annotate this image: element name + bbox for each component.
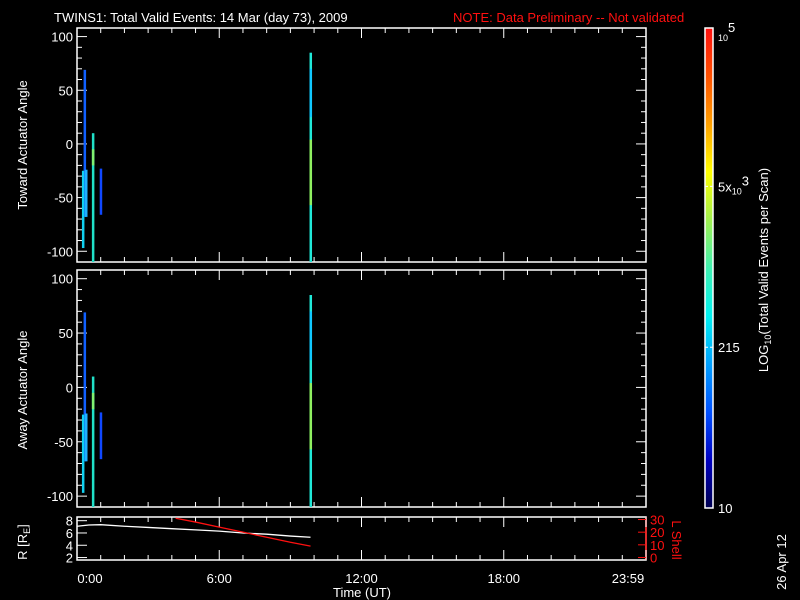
colorbar-tick-label: 215 <box>718 340 740 355</box>
data-segment <box>85 169 88 217</box>
panel-frame <box>76 27 647 263</box>
data-segment <box>81 414 85 493</box>
y-tick-label: -50 <box>54 435 73 450</box>
y-tick-label: -50 <box>54 191 73 206</box>
y-tick-label: 0 <box>66 137 73 152</box>
toward-angle-panel: 100 50 0 -50 -100 <box>47 27 647 263</box>
r-line <box>76 524 311 538</box>
lshell-line <box>175 517 311 547</box>
preliminary-note: NOTE: Data Preliminary -- Not validated <box>453 10 684 25</box>
colorbar-tick-label: 10 <box>718 501 732 516</box>
x-tick-label: 6:00 <box>207 571 232 586</box>
data-segment <box>309 383 313 450</box>
y-tick-label: 100 <box>51 30 73 45</box>
data-segment <box>99 168 103 215</box>
x-tick-label: 18:00 <box>487 571 520 586</box>
colorbar-gradient <box>704 27 714 509</box>
data-segment <box>309 139 313 206</box>
y-tick-label: 2 <box>66 551 73 566</box>
data-segment <box>91 392 95 410</box>
y-tick-label: 50 <box>59 326 73 341</box>
data-segment <box>309 311 313 361</box>
panel-frame <box>76 269 647 508</box>
colorbar: 105 5x103 215 10 <box>704 20 749 516</box>
y-tick-label: 0 <box>66 380 73 395</box>
orbit-panel: 864230201000:00 6:00 12:00 18:00 23:59 <box>66 513 665 586</box>
y-tick-label: 50 <box>59 83 73 98</box>
data-segment <box>91 149 95 166</box>
data-segment <box>99 412 103 460</box>
lshell-tick-label: 0 <box>650 550 657 565</box>
r-ylabel: R [RE] <box>15 524 32 560</box>
away-ylabel: Away Actuator Angle <box>15 330 30 449</box>
twins-plot: TWINS1: Total Valid Events: 14 Mar (day … <box>15 10 789 600</box>
data-segment <box>85 413 88 462</box>
colorbar-tick-label: 5x103 <box>718 173 749 196</box>
colorbar-tick-label: 105 <box>718 20 735 43</box>
toward-ylabel: Toward Actuator Angle <box>15 80 30 209</box>
date-stamp: 26 Apr 12 <box>774 534 789 590</box>
x-tick-label: 23:59 <box>612 571 645 586</box>
y-tick-label: -100 <box>47 244 73 259</box>
x-tick-label: 0:00 <box>77 571 102 586</box>
data-segment <box>81 170 85 249</box>
colorbar-label: LOG10(Total Valid Events per Scan) <box>756 168 773 372</box>
x-tick-label: 12:00 <box>345 571 378 586</box>
lshell-ylabel: L Shell <box>669 520 684 559</box>
plot-title: TWINS1: Total Valid Events: 14 Mar (day … <box>54 10 348 25</box>
xlabel: Time (UT) <box>333 585 391 600</box>
away-angle-panel: 100 50 0 -50 -100 <box>47 269 647 508</box>
y-tick-label: -100 <box>47 489 73 504</box>
y-tick-label: 100 <box>51 272 73 287</box>
data-segment <box>309 68 313 118</box>
